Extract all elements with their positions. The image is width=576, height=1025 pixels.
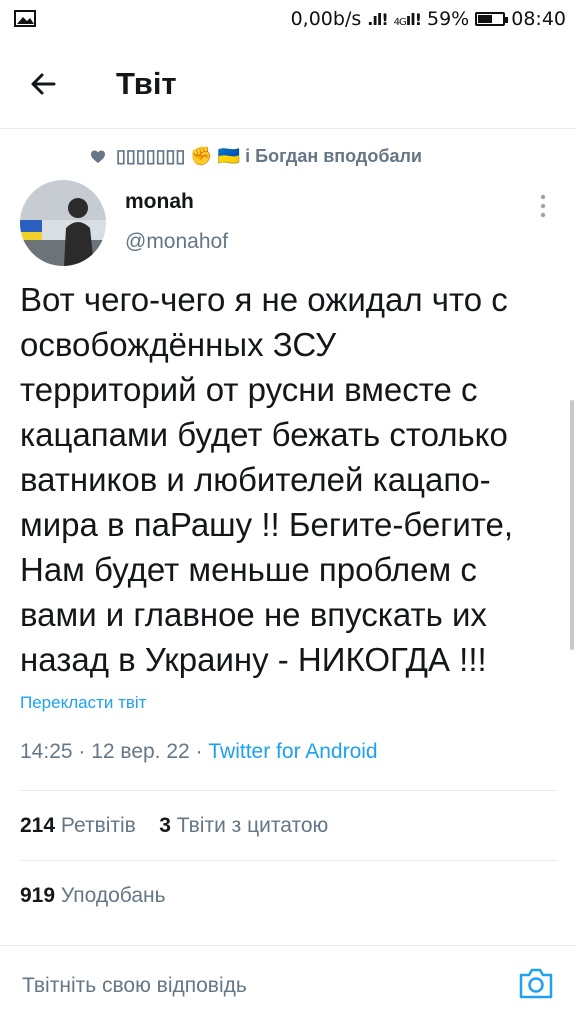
battery-icon (475, 12, 509, 26)
signal-icon: .ıl! (367, 9, 388, 29)
retweets-label[interactable]: Ретвітів (61, 814, 136, 837)
like-stats: 919 Уподобань (20, 884, 166, 908)
avatar[interactable] (20, 180, 106, 266)
heart-icon (91, 150, 105, 163)
likes-count[interactable]: 919 (20, 884, 55, 907)
tweet-timestamp: 14:25 · 12 вер. 22 · (20, 740, 209, 763)
liked-by-context[interactable]: ▯▯▯▯▯▯▯ ✊ 🇺🇦 і Богдан вподобали (90, 146, 422, 167)
quotes-count[interactable]: 3 (159, 814, 171, 837)
divider (20, 860, 558, 861)
tweet-text: Вот чего-чего я не ожидал что с освобожд… (20, 281, 514, 678)
likes-label[interactable]: Уподобань (61, 884, 166, 907)
network-speed: 0,00b/s (290, 8, 362, 30)
top-app-bar: Твіт (0, 40, 576, 129)
back-arrow-icon[interactable] (22, 62, 66, 106)
author-name[interactable]: monah (125, 190, 194, 214)
quotes-label[interactable]: Твіти з цитатою (177, 814, 329, 837)
camera-icon[interactable] (518, 966, 554, 1000)
clock: 08:40 (511, 8, 566, 30)
avatar-image (20, 180, 106, 266)
status-bar: 0,00b/s .ıl! 4Gıl! 59% 08:40 (0, 0, 576, 40)
reply-bar: Твітніть свою відповідь (0, 945, 576, 1025)
liked-by-text: ▯▯▯▯▯▯▯ ✊ 🇺🇦 і Богдан вподобали (116, 146, 422, 166)
reply-input[interactable]: Твітніть свою відповідь (22, 974, 247, 998)
retweet-stats: 214 Ретвітів 3 Твіти з цитатою (20, 814, 328, 838)
tweet-source-link[interactable]: Twitter for Android (208, 740, 377, 763)
divider (20, 790, 558, 791)
signal-4g-icon: 4Gıl! (393, 9, 422, 29)
author-handle[interactable]: @monahof (125, 230, 228, 254)
scrollbar[interactable] (570, 400, 574, 650)
page-title: Твіт (116, 66, 177, 101)
tweet-meta: 14:25 · 12 вер. 22 · Twitter for Android (20, 740, 378, 764)
translate-link[interactable]: Перекласти твіт (20, 693, 146, 713)
more-options-icon[interactable] (536, 193, 550, 219)
retweets-count[interactable]: 214 (20, 814, 55, 837)
image-notification-icon (14, 10, 36, 27)
battery-percent: 59% (427, 8, 470, 30)
